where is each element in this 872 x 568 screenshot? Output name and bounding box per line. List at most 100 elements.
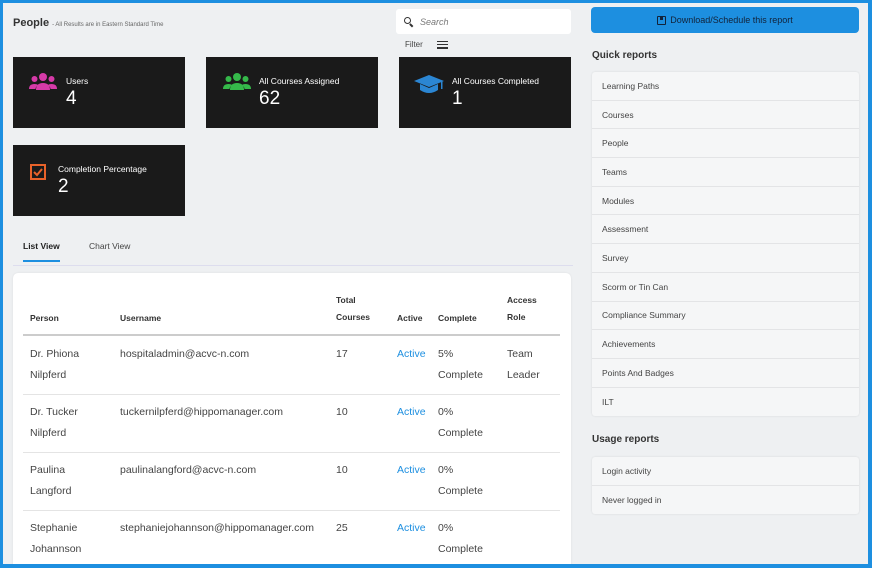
- people-table: Person Username Total Courses Active Com…: [13, 273, 571, 564]
- total-courses-cell: 10: [336, 406, 348, 418]
- page-header: People - All Results are in Eastern Stan…: [13, 17, 163, 29]
- users-card-value: 4: [66, 88, 77, 109]
- complete-text: Complete: [438, 485, 483, 497]
- column-header-complete[interactable]: Complete: [438, 310, 477, 327]
- person-name-line2: Johannson: [30, 543, 82, 555]
- column-header-access-line2: Role: [507, 312, 526, 322]
- filter-row: Filter: [405, 40, 448, 49]
- quick-report-courses[interactable]: Courses: [592, 101, 859, 130]
- person-name-line2: Langford: [30, 485, 72, 497]
- person-cell: Dr. Phiona Nilpferd: [30, 344, 79, 386]
- complete-percent: 0%: [438, 406, 454, 418]
- download-schedule-label: Download/Schedule this report: [670, 15, 793, 25]
- users-icon: [29, 73, 57, 90]
- filter-label[interactable]: Filter: [405, 40, 423, 49]
- quick-report-modules[interactable]: Modules: [592, 187, 859, 216]
- person-name-line2: Nilpferd: [30, 369, 67, 381]
- save-icon: [657, 15, 667, 25]
- list-icon[interactable]: [436, 40, 448, 49]
- username-cell: paulinalangford@acvc-n.com: [120, 464, 257, 476]
- active-link[interactable]: Active: [397, 344, 426, 365]
- person-cell: Paulina Langford: [30, 460, 71, 502]
- table-row[interactable]: Stephanie Johannson stephaniejohannson@hi…: [23, 511, 560, 564]
- total-courses-cell: 17: [336, 348, 348, 360]
- person-name-line1: Dr. Phiona: [30, 348, 80, 360]
- complete-cell: 0% Complete: [438, 518, 483, 560]
- quick-report-points-badges[interactable]: Points And Badges: [592, 359, 859, 388]
- completion-percentage-value: 2: [58, 176, 69, 197]
- column-header-person[interactable]: Person: [30, 310, 59, 327]
- complete-percent: 5%: [438, 348, 454, 360]
- complete-cell: 5% Complete: [438, 344, 483, 386]
- person-name-line1: Paulina: [30, 464, 66, 476]
- column-header-access-line1: Access: [507, 295, 537, 305]
- complete-cell: 0% Complete: [438, 460, 483, 502]
- search-icon: [404, 16, 414, 27]
- quick-report-survey[interactable]: Survey: [592, 244, 859, 273]
- page-title: People: [13, 17, 50, 29]
- view-tabs: List View Chart View: [13, 236, 573, 266]
- table-row[interactable]: Dr. Tucker Nilpferd tuckernilpferd@hippom…: [23, 395, 560, 453]
- usage-report-login-activity[interactable]: Login activity: [592, 457, 859, 486]
- table-row[interactable]: Paulina Langford paulinalangford@acvc-n.c…: [23, 453, 560, 511]
- complete-text: Complete: [438, 369, 483, 381]
- access-role-line2: Leader: [507, 369, 540, 381]
- search-box[interactable]: [396, 9, 571, 34]
- quick-report-scorm-tin-can[interactable]: Scorm or Tin Can: [592, 273, 859, 302]
- username-cell: hospitaladmin@acvc-n.com: [120, 348, 250, 360]
- quick-reports-title: Quick reports: [592, 50, 658, 61]
- quick-reports-list: Learning Paths Courses People Teams Modu…: [592, 72, 859, 417]
- person-cell: Dr. Tucker Nilpferd: [30, 402, 78, 444]
- person-name-line1: Dr. Tucker: [30, 406, 78, 418]
- courses-assigned-value: 62: [259, 88, 281, 109]
- quick-report-ilt[interactable]: ILT: [592, 388, 859, 417]
- quick-report-people[interactable]: People: [592, 129, 859, 159]
- active-link[interactable]: Active: [397, 460, 426, 481]
- page-subtitle: - All Results are in Eastern Standard Ti…: [52, 22, 164, 28]
- column-header-username[interactable]: Username: [120, 310, 161, 327]
- column-header-total-courses[interactable]: Total Courses: [336, 292, 370, 326]
- column-header-active[interactable]: Active: [397, 310, 423, 327]
- header-divider: [23, 334, 560, 336]
- person-cell: Stephanie Johannson: [30, 518, 81, 560]
- access-role-line1: Team: [507, 348, 533, 360]
- person-name-line2: Nilpferd: [30, 427, 67, 439]
- complete-percent: 0%: [438, 464, 454, 476]
- usage-reports-list: Login activity Never logged in: [592, 457, 859, 515]
- usage-report-never-logged-in[interactable]: Never logged in: [592, 486, 859, 515]
- quick-report-compliance-summary[interactable]: Compliance Summary: [592, 302, 859, 331]
- checkbox-icon: [30, 164, 46, 180]
- complete-cell: 0% Complete: [438, 402, 483, 444]
- quick-report-achievements[interactable]: Achievements: [592, 330, 859, 359]
- tab-list-view[interactable]: List View: [23, 241, 60, 262]
- column-header-total-line1: Total: [336, 295, 356, 305]
- complete-text: Complete: [438, 543, 483, 555]
- total-courses-cell: 25: [336, 522, 348, 534]
- courses-assigned-label: All Courses Assigned: [259, 76, 340, 86]
- users-card: Users 4: [13, 57, 185, 128]
- username-cell: stephaniejohannson@hippomanager.com: [120, 522, 314, 534]
- courses-completed-card: All Courses Completed 1: [399, 57, 571, 128]
- search-input[interactable]: [420, 16, 560, 27]
- completion-percentage-label: Completion Percentage: [58, 164, 147, 174]
- column-header-access-role[interactable]: Access Role: [507, 292, 537, 326]
- group-icon: [223, 73, 251, 90]
- quick-report-learning-paths[interactable]: Learning Paths: [592, 72, 859, 101]
- courses-completed-value: 1: [452, 88, 463, 109]
- quick-report-teams[interactable]: Teams: [592, 158, 859, 187]
- tab-chart-view[interactable]: Chart View: [89, 241, 130, 260]
- person-name-line1: Stephanie: [30, 522, 78, 534]
- quick-report-assessment[interactable]: Assessment: [592, 215, 859, 245]
- graduation-cap-icon: [414, 75, 444, 93]
- access-role-cell: Team Leader: [507, 344, 540, 386]
- complete-percent: 0%: [438, 522, 454, 534]
- complete-text: Complete: [438, 427, 483, 439]
- active-link[interactable]: Active: [397, 518, 426, 539]
- download-schedule-button[interactable]: Download/Schedule this report: [591, 7, 859, 33]
- courses-completed-label: All Courses Completed: [452, 76, 539, 86]
- completion-percentage-card: Completion Percentage 2: [13, 145, 185, 216]
- active-link[interactable]: Active: [397, 402, 426, 423]
- table-row[interactable]: Dr. Phiona Nilpferd hospitaladmin@acvc-n.…: [23, 337, 560, 395]
- report-page: People - All Results are in Eastern Stan…: [3, 3, 868, 564]
- total-courses-cell: 10: [336, 464, 348, 476]
